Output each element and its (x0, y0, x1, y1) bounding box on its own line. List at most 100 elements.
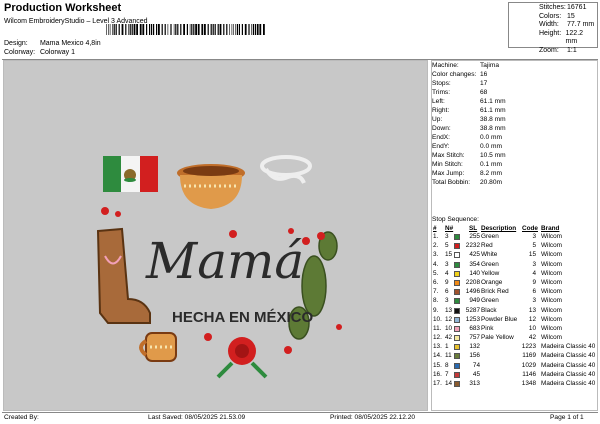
needle-number: 11 (445, 352, 452, 360)
thread-brand: Wilcom (541, 288, 562, 296)
color-chip (454, 335, 460, 342)
stat-value: 15 (567, 12, 575, 20)
table-row: 9. 13 5287 Black 13 Wilcom (432, 307, 599, 316)
info-value: 38.8 mm (480, 125, 506, 132)
row-index: 16. (433, 370, 442, 378)
thread-brand: Wilcom (541, 315, 562, 323)
cowboy-boot-icon (96, 227, 151, 324)
stat-label: Colors: (539, 12, 562, 20)
thread-description: Green (481, 297, 499, 305)
table-row: 5. 4 140 Yellow 4 Wilcom (432, 270, 599, 279)
row-index: 10. (433, 315, 442, 323)
info-label: EndX: (432, 134, 450, 141)
row-index: 15. (433, 361, 442, 369)
table-row: 11. 10 683 Pink 10 Wilcom (432, 325, 599, 334)
row-index: 1. (433, 233, 439, 240)
thread-code: 1223 (521, 343, 536, 351)
machine-info-panel: Machine: Tajima Color changes: 16 Stops: 17… (431, 60, 598, 411)
stitch-length: 1253 (465, 315, 480, 323)
col-header: Description (481, 225, 517, 232)
color-chip (454, 261, 460, 268)
needle-number: 6 (445, 288, 449, 296)
printed-date: Printed: 08/05/2025 22.12.20 (330, 414, 416, 421)
info-label: Up: (432, 116, 443, 123)
table-row: 2. 5 2232 Red 5 Wilcom (432, 242, 599, 251)
page-title: Production Worksheet (4, 2, 122, 14)
table-row: 16. 7 45 1146 Madeira Classic 40 (432, 371, 599, 380)
thread-description: Red (481, 242, 493, 250)
col-header: Code (522, 225, 538, 232)
table-row: 14. 11 156 1169 Madeira Classic 40 (432, 352, 599, 361)
colorway-row: Colorway: Colorway 1 (4, 49, 75, 56)
last-saved: Last Saved: 08/05/2025 21.53.09 (148, 414, 246, 421)
info-label: Left: (432, 98, 445, 105)
info-value: 38.8 mm (480, 116, 506, 123)
thread-code: 6 (532, 288, 536, 296)
thread-brand: Madeira Classic 40 (541, 370, 596, 378)
needle-number: 42 (445, 334, 453, 342)
stitch-length: 757 (469, 334, 480, 342)
table-row: 1. 3 255 Green 3 Wilcom (432, 233, 599, 242)
row-index: 6. (433, 278, 439, 286)
stats-box: Stitches: 16761 Colors: 15 Width: 77.7 mm H… (508, 2, 598, 54)
thread-description: Brick Red (481, 288, 509, 296)
stat-value: 16761 (567, 4, 587, 11)
info-value: 61.1 mm (480, 98, 506, 105)
color-chip (454, 307, 460, 314)
thread-code: 3 (532, 233, 536, 240)
info-label: Stops: (432, 80, 451, 87)
thread-description: Green (481, 260, 499, 268)
color-chip (454, 353, 460, 360)
needle-number: 3 (445, 233, 449, 240)
row-index: 14. (433, 352, 442, 360)
design-row: Design: Mama Mexico 4,8in (4, 40, 101, 47)
thread-description: Pale Yellow (481, 334, 514, 342)
stitch-length: 949 (469, 297, 480, 305)
row-index: 5. (433, 269, 439, 277)
design-preview[interactable]: Mamá HECHA EN MÉXICO (3, 60, 428, 411)
needle-number: 3 (445, 297, 449, 305)
col-header: # (433, 225, 437, 232)
table-row: 3. 15 425 White 15 Wilcom (432, 251, 599, 260)
info-value: 0.0 mm (480, 134, 502, 141)
info-label: EndY: (432, 143, 450, 150)
needle-number: 12 (445, 315, 453, 323)
thread-code: 5 (532, 242, 536, 250)
stitch-length: 5287 (465, 306, 480, 314)
stitch-length: 255 (469, 233, 480, 240)
info-label: Min Stitch: (432, 161, 463, 168)
colorway-name: Colorway 1 (39, 49, 75, 56)
lasso-icon (260, 155, 312, 184)
needle-number: 15 (445, 251, 453, 259)
row-index: 13. (433, 343, 442, 351)
thread-brand: Madeira Classic 40 (541, 380, 596, 387)
needle-number: 14 (445, 380, 453, 387)
thread-code: 10 (528, 324, 536, 332)
row-index: 8. (433, 297, 439, 305)
color-chip (454, 362, 460, 369)
info-label: Right: (432, 107, 450, 114)
row-index: 9. (433, 306, 439, 314)
info-value: 0.0 mm (480, 143, 502, 150)
thread-code: 12 (528, 315, 536, 323)
thread-brand: Wilcom (541, 334, 562, 342)
stat-label: Zoom: (539, 46, 559, 54)
thread-brand: Wilcom (541, 242, 562, 250)
thread-brand: Wilcom (541, 260, 562, 268)
needle-number: 8 (445, 361, 449, 369)
stat-label: Height: (539, 29, 562, 37)
thread-brand: Madeira Classic 40 (541, 352, 596, 360)
color-chip (454, 234, 460, 240)
needle-number: 13 (445, 306, 453, 314)
col-header: N# (445, 225, 454, 232)
row-index: 12. (433, 334, 442, 342)
info-label: Color changes: (432, 71, 477, 78)
clay-pot-icon (177, 164, 245, 209)
thread-code: 3 (532, 260, 536, 268)
table-row: 15. 8 74 1029 Madeira Classic 40 (432, 362, 599, 371)
thread-description: Green (481, 233, 499, 240)
needle-number: 9 (445, 278, 449, 286)
stat-label: Width: (539, 21, 559, 29)
thread-code: 42 (528, 334, 536, 342)
thread-code: 1029 (521, 361, 536, 369)
